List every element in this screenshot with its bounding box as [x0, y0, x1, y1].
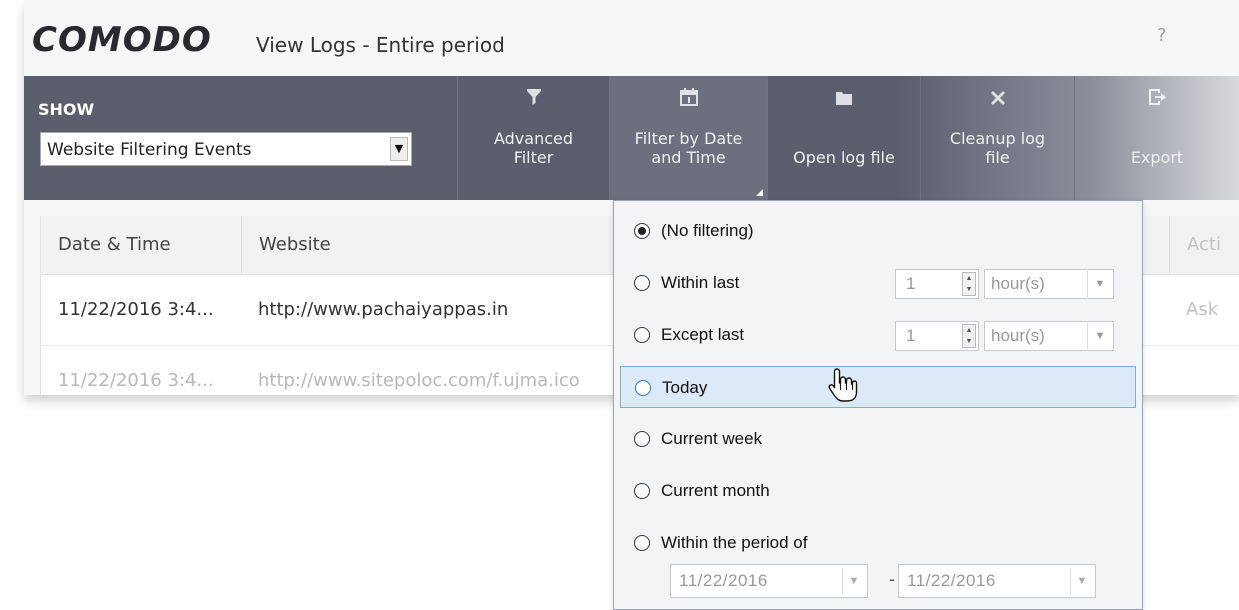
- open-log-file-button[interactable]: Open log file: [767, 76, 920, 200]
- within-last-count-stepper[interactable]: 1 ▲ ▼: [895, 269, 979, 299]
- calendar-icon: [610, 88, 767, 111]
- date-filter-dropdown: (No filtering) Within last 1 ▲ ▼ hour(s) …: [613, 200, 1143, 610]
- dropdown-corner-indicator: [756, 189, 763, 196]
- except-last-unit-select[interactable]: hour(s) ▼: [984, 321, 1114, 351]
- chevron-down-icon[interactable]: ▼: [1087, 323, 1112, 349]
- radio-except-last[interactable]: [634, 327, 650, 343]
- option-label: Within the period of: [661, 533, 808, 552]
- cell-date-time: 11/22/2016 3:4...: [58, 299, 214, 320]
- option-current-week[interactable]: Current week: [620, 418, 1136, 460]
- option-today[interactable]: Today: [620, 366, 1136, 408]
- chevron-down-icon[interactable]: ▼: [842, 568, 865, 594]
- within-last-count: 1: [906, 274, 916, 293]
- open-log-file-label: Open log file: [793, 148, 895, 167]
- except-last-count: 1: [906, 326, 916, 345]
- filter-by-date-time-button[interactable]: Filter by Date and Time: [609, 76, 767, 200]
- chevron-down-icon[interactable]: ▼: [390, 137, 408, 161]
- radio-no-filtering[interactable]: [634, 223, 650, 239]
- cell-date-time: 11/22/2016 3:4...: [58, 370, 214, 391]
- funnel-icon: [458, 88, 609, 110]
- show-dropdown[interactable]: Website Filtering Events ▼: [40, 132, 412, 166]
- show-label: SHOW: [38, 100, 95, 119]
- option-label: Except last: [661, 325, 745, 344]
- option-within-last[interactable]: Within last 1 ▲ ▼ hour(s) ▼: [620, 262, 1136, 304]
- option-label: Current week: [661, 429, 763, 448]
- option-label: Today: [662, 378, 708, 397]
- column-header-action[interactable]: Acti: [1169, 216, 1239, 274]
- comodo-logo: COMODO: [32, 20, 212, 60]
- chevron-down-icon[interactable]: ▼: [1070, 568, 1093, 594]
- cell-website: http://www.sitepoloc.com/f.ujma.ico: [258, 370, 580, 391]
- within-last-unit-select[interactable]: hour(s) ▼: [984, 269, 1114, 299]
- radio-within-period[interactable]: [634, 535, 650, 551]
- cleanup-log-file-button[interactable]: Cleanup log file: [920, 76, 1074, 200]
- period-from-date: 11/22/2016: [679, 571, 768, 590]
- within-last-unit: hour(s): [991, 274, 1045, 293]
- period-to-date: 11/22/2016: [907, 571, 996, 590]
- advanced-filter-button[interactable]: Advanced Filter: [457, 76, 609, 200]
- column-header-date-time[interactable]: Date & Time: [41, 216, 241, 274]
- folder-icon: [768, 88, 920, 110]
- radio-current-week[interactable]: [634, 431, 650, 447]
- stepper-arrows-icon[interactable]: ▲ ▼: [962, 324, 976, 348]
- title-bar: COMODO View Logs - Entire period ?: [24, 0, 1239, 76]
- help-button[interactable]: ?: [1157, 25, 1167, 46]
- export-icon: [1075, 88, 1239, 111]
- except-last-unit: hour(s): [991, 326, 1045, 345]
- period-to-date-picker[interactable]: 11/22/2016 ▼: [898, 564, 1096, 598]
- option-label: Current month: [661, 481, 770, 500]
- radio-current-month[interactable]: [634, 483, 650, 499]
- show-dropdown-value: Website Filtering Events: [47, 140, 252, 160]
- window-title: View Logs - Entire period: [256, 33, 505, 57]
- advanced-filter-label: Advanced Filter: [493, 129, 574, 167]
- export-label: Export: [1130, 148, 1184, 167]
- cleanup-log-file-label: Cleanup log file: [949, 129, 1046, 167]
- option-except-last[interactable]: Except last 1 ▲ ▼ hour(s) ▼: [620, 314, 1136, 356]
- option-no-filtering[interactable]: (No filtering): [620, 210, 1136, 252]
- cell-action: Ask: [1186, 299, 1219, 320]
- period-separator: -: [889, 569, 895, 589]
- radio-today[interactable]: [635, 380, 651, 396]
- cell-website: http://www.pachaiyappas.in: [258, 299, 509, 320]
- x-icon: [921, 88, 1074, 110]
- hand-cursor-icon: [828, 367, 858, 403]
- option-label: Within last: [661, 273, 740, 292]
- radio-within-last[interactable]: [634, 275, 650, 291]
- option-label: (No filtering): [661, 221, 754, 240]
- period-from-date-picker[interactable]: 11/22/2016 ▼: [670, 564, 868, 598]
- option-within-period[interactable]: Within the period of: [620, 522, 1136, 564]
- except-last-count-stepper[interactable]: 1 ▲ ▼: [895, 321, 979, 351]
- stepper-arrows-icon[interactable]: ▲ ▼: [962, 272, 976, 296]
- filter-by-date-time-label: Filter by Date and Time: [634, 129, 743, 167]
- option-current-month[interactable]: Current month: [620, 470, 1136, 512]
- toolbar: SHOW Website Filtering Events ▼ Advanced…: [24, 76, 1239, 200]
- chevron-down-icon[interactable]: ▼: [1087, 271, 1112, 297]
- export-button[interactable]: Export: [1074, 76, 1239, 200]
